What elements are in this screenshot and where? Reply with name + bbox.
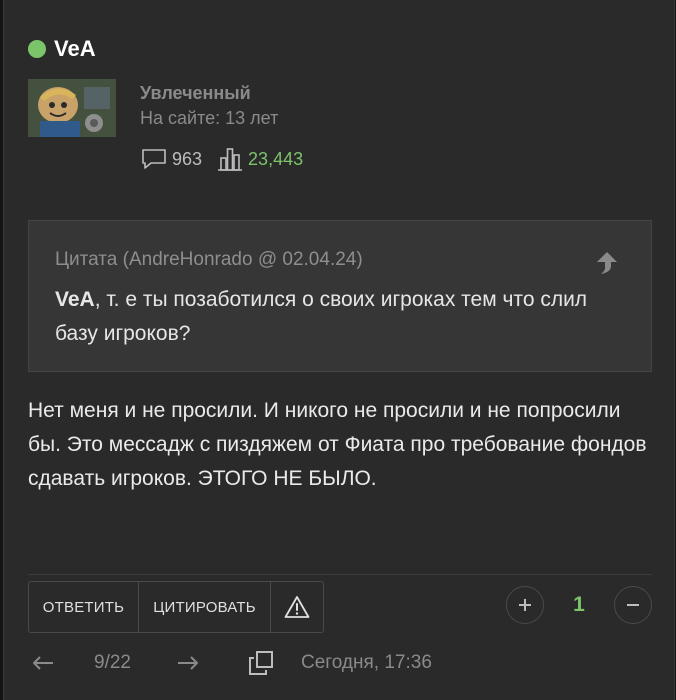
post-timestamp: Сегодня, 17:36 bbox=[300, 652, 432, 673]
warning-triangle-icon bbox=[284, 596, 310, 618]
author-meta: Увлеченный На сайте: 13 лет bbox=[140, 83, 278, 129]
comments-count: 963 bbox=[172, 148, 203, 169]
quote-header: Цитата (AndreHonrado @ 02.04.24) bbox=[55, 249, 363, 270]
avatar[interactable] bbox=[28, 79, 116, 137]
copy-link-icon bbox=[248, 651, 273, 675]
author-site-age: На сайте: 13 лет bbox=[140, 108, 279, 128]
post-pager: 9/22 Сегодня, 17:36 bbox=[28, 645, 432, 681]
prev-post-button[interactable] bbox=[28, 655, 58, 671]
vote-count: 1 bbox=[573, 593, 585, 616]
arrow-right-icon bbox=[177, 656, 198, 670]
comments-stat[interactable]: 963 bbox=[140, 147, 202, 171]
quote-addressee[interactable]: VeA bbox=[55, 288, 95, 311]
rating-stat[interactable]: 23,443 bbox=[216, 146, 303, 172]
minus-icon bbox=[627, 604, 639, 606]
next-post-button[interactable] bbox=[173, 655, 203, 671]
author-rank: Увлеченный bbox=[140, 83, 251, 103]
plus-icon bbox=[519, 599, 531, 611]
copy-link-button[interactable] bbox=[247, 649, 275, 677]
downvote-button[interactable] bbox=[614, 586, 652, 624]
quote-block: Цитата (AndreHonrado @ 02.04.24) VeA, т.… bbox=[28, 220, 652, 372]
author-username[interactable]: VeA bbox=[54, 36, 96, 62]
post-message: Нет меня и не просили. И никого не проси… bbox=[28, 399, 647, 490]
quote-jump-button[interactable] bbox=[593, 249, 621, 282]
quote-body: , т. е ты позаботился о своих игроках те… bbox=[55, 288, 588, 345]
avatar-image bbox=[28, 79, 116, 137]
vote-widget: 1 bbox=[506, 586, 652, 624]
post-author: VeA bbox=[28, 36, 96, 62]
report-button[interactable] bbox=[271, 582, 323, 632]
arrow-left-icon bbox=[33, 656, 53, 670]
post-position: 9/22 bbox=[94, 652, 131, 673]
rating-count: 23,443 bbox=[248, 148, 304, 169]
divider bbox=[28, 574, 652, 575]
upvote-button[interactable] bbox=[506, 586, 544, 624]
reply-button[interactable]: ОТВЕТИТЬ bbox=[29, 582, 139, 632]
quote-text: VeA, т. е ты позаботился о своих игроках… bbox=[55, 283, 635, 351]
arrow-up-icon bbox=[597, 252, 617, 274]
speech-bubble-icon bbox=[142, 149, 166, 169]
author-stats: 963 23,443 bbox=[140, 146, 317, 172]
forum-post: VeA Увлеченный На сайте: 13 лет 963 23,4… bbox=[3, 0, 675, 700]
bar-chart-icon bbox=[218, 148, 243, 171]
quote-button[interactable]: ЦИТИРОВАТЬ bbox=[139, 582, 271, 632]
online-status-dot bbox=[28, 40, 46, 58]
post-actions: ОТВЕТИТЬ ЦИТИРОВАТЬ bbox=[28, 581, 324, 633]
